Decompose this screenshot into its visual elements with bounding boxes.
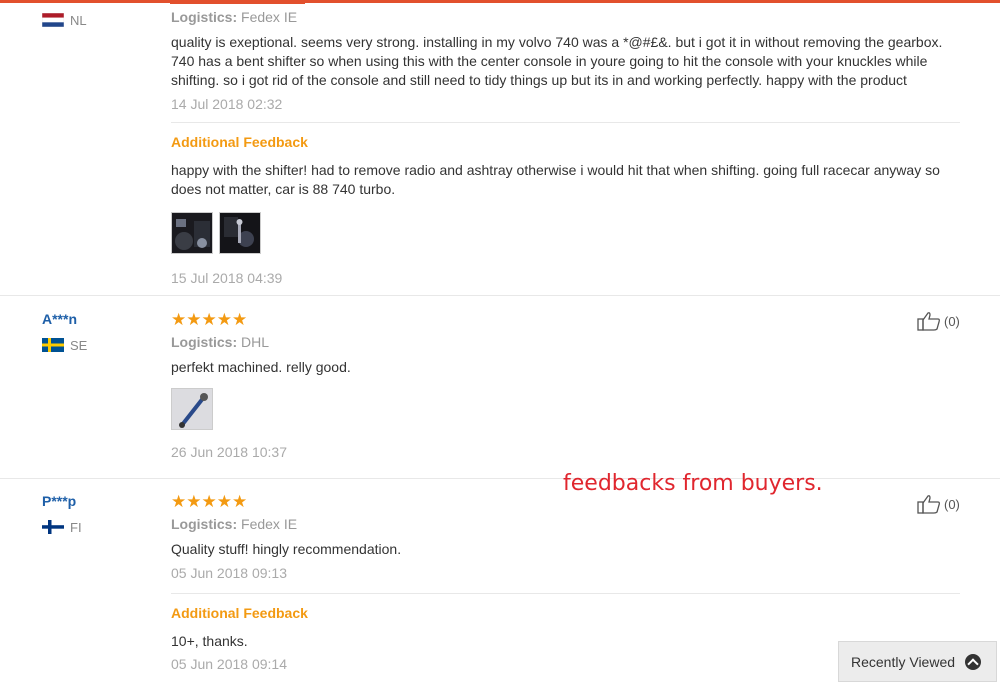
- review-photo[interactable]: [171, 388, 213, 430]
- helpful-count: (0): [944, 496, 960, 512]
- review-text: Quality stuff! hingly recommendation.: [171, 541, 402, 557]
- recently-viewed-label: Recently Viewed: [851, 653, 956, 670]
- review-separator: [0, 478, 1000, 479]
- review-date: 26 Jun 2018 10:37: [171, 444, 287, 460]
- top-accent-bar: [0, 0, 1000, 3]
- review-photos: [171, 388, 961, 430]
- reviewer-name[interactable]: A***n: [42, 309, 87, 329]
- review-text: quality is exeptional. seems very strong…: [171, 34, 943, 88]
- recently-viewed-button[interactable]: Recently Viewed: [838, 641, 997, 682]
- overlay-caption: feedbacks from buyers.: [563, 471, 823, 496]
- logistics-value: Fedex IE: [241, 516, 298, 532]
- helpful-vote[interactable]: (0): [917, 494, 960, 514]
- review-body: ★★★★★ Logistics: DHL perfekt machined. r…: [171, 309, 961, 462]
- additional-feedback: Additional Feedback happy with the shift…: [171, 132, 961, 288]
- review-body: Logistics: Fedex IE quality is exeptiona…: [171, 6, 961, 114]
- helpful-vote[interactable]: (0): [917, 311, 960, 331]
- active-tab-indicator: [170, 0, 305, 4]
- reviewer-name[interactable]: P***p: [42, 491, 82, 511]
- divider: [171, 593, 960, 594]
- thumbs-up-icon[interactable]: [917, 311, 941, 331]
- review-photos: [171, 212, 961, 254]
- review-body: ★★★★★ Logistics: Fedex IE Quality stuff!…: [171, 491, 961, 583]
- review-photo[interactable]: [171, 212, 213, 254]
- logistics-line: Logistics: Fedex IE: [171, 513, 961, 535]
- review-date: 05 Jun 2018 09:13: [171, 565, 287, 581]
- divider: [171, 122, 960, 123]
- review-text: perfekt machined. relly good.: [171, 359, 351, 375]
- chevron-up-icon: [965, 653, 982, 670]
- logistics-line: Logistics: Fedex IE: [171, 6, 961, 28]
- logistics-line: Logistics: DHL: [171, 331, 961, 353]
- reviewer-info: A***n SE: [42, 309, 87, 355]
- flag-nl-icon: [42, 13, 64, 27]
- country-code: NL: [70, 12, 87, 28]
- thumbs-up-icon[interactable]: [917, 494, 941, 514]
- flag-fi-icon: [42, 520, 64, 534]
- star-rating: ★★★★★: [171, 310, 248, 329]
- country-code: SE: [70, 337, 88, 353]
- reviewer-country: NL: [42, 10, 87, 30]
- flag-se-icon: [42, 338, 64, 352]
- review-separator: [0, 295, 1000, 296]
- logistics-label: Logistics:: [171, 516, 238, 532]
- additional-feedback-label: Additional Feedback: [171, 605, 308, 621]
- reviewer-info: P***p FI: [42, 491, 82, 537]
- logistics-label: Logistics:: [171, 9, 238, 25]
- logistics-value: Fedex IE: [241, 9, 298, 25]
- logistics-label: Logistics:: [171, 334, 238, 350]
- reviewer-country: FI: [42, 517, 82, 537]
- helpful-count: (0): [944, 313, 960, 329]
- reviewer-info: NL: [42, 10, 87, 30]
- additional-feedback-text: happy with the shifter! had to remove ra…: [171, 162, 940, 197]
- review-date: 14 Jul 2018 02:32: [171, 96, 283, 112]
- logistics-value: DHL: [241, 334, 270, 350]
- additional-feedback-label: Additional Feedback: [171, 134, 308, 150]
- additional-feedback-date: 15 Jul 2018 04:39: [171, 270, 283, 286]
- reviewer-country: SE: [42, 335, 87, 355]
- review-photo[interactable]: [219, 212, 261, 254]
- country-code: FI: [70, 519, 82, 535]
